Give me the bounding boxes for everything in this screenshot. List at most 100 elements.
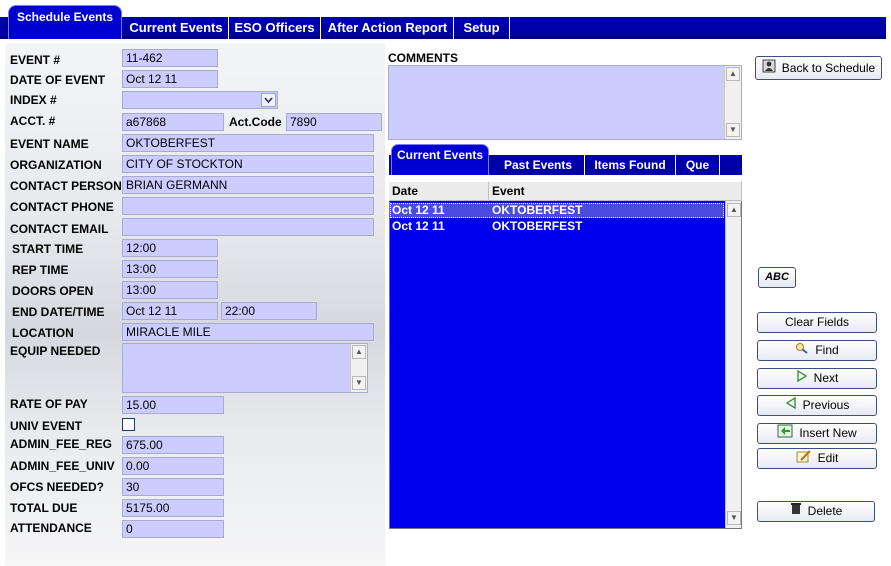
column-header-date[interactable]: Date [389,182,489,201]
event-name-field[interactable]: OKTOBERFEST [122,134,374,152]
edit-pencil-icon [796,449,812,469]
delete-label: Delete [807,504,843,518]
table-row[interactable]: Oct 12 11 OKTOBERFEST [390,203,724,218]
table-scrollbar[interactable]: ▲ ▼ [725,201,741,528]
date-of-event-label: DATE OF EVENT [10,73,106,87]
event-number-label: EVENT # [10,53,61,67]
admin-fee-reg-field[interactable]: 675.00 [122,436,224,454]
play-right-icon [796,369,808,388]
equip-scrollbar[interactable]: ▲ ▼ [350,344,367,392]
location-label: LOCATION [12,326,74,340]
find-button[interactable]: Find [757,340,877,361]
row-date-cell: Oct 12 11 [392,219,445,233]
index-label: INDEX # [10,93,57,107]
subtab-items-found[interactable]: Items Found [585,155,676,175]
contact-email-field[interactable] [122,218,374,236]
scroll-up-icon[interactable]: ▲ [726,67,740,81]
scroll-up-icon[interactable]: ▲ [352,345,366,359]
equip-needed-label: EQUIP NEEDED [10,344,101,358]
scroll-down-icon[interactable]: ▼ [352,376,366,390]
comments-label: COMMENTS [388,51,458,65]
organization-label: ORGANIZATION [10,158,102,172]
end-time-field[interactable]: 22:00 [221,302,317,320]
row-event-cell: OKTOBERFEST [492,203,583,217]
contact-person-field[interactable]: BRIAN GERMANN [122,176,374,194]
back-to-schedule-button[interactable]: Back to Schedule [755,56,882,80]
event-number-field[interactable]: 11-462 [122,49,218,67]
start-time-label: START TIME [12,242,84,256]
univ-event-label: UNIV EVENT [10,419,83,433]
index-select[interactable] [122,91,278,109]
end-date-field[interactable]: Oct 12 11 [122,302,218,320]
rep-time-label: REP TIME [12,263,69,277]
row-date-cell: Oct 12 11 [392,203,445,217]
subtab-current-events[interactable]: Current Events [391,144,489,175]
ofcs-needed-label: OFCS NEEDED? [10,480,105,494]
column-divider [489,201,490,528]
acct-field[interactable]: a67868 [122,113,224,131]
comments-textarea[interactable]: ▲ ▼ [388,65,742,140]
insert-new-button[interactable]: Insert New [757,423,877,444]
next-button[interactable]: Next [757,368,877,389]
spell-check-abc-button[interactable]: ABC [758,267,796,288]
delete-button[interactable]: Delete [757,501,875,522]
next-label: Next [813,371,839,385]
ofcs-needed-field[interactable]: 30 [122,478,224,496]
rep-time-field[interactable]: 13:00 [122,260,218,278]
chevron-down-icon[interactable] [261,93,276,107]
column-header-event[interactable]: Event [489,182,742,201]
back-to-schedule-label: Back to Schedule [781,61,876,75]
contact-phone-field[interactable] [122,197,374,215]
admin-fee-univ-label: ADMIN_FEE_UNIV [10,459,115,473]
previous-button[interactable]: Previous [757,395,877,416]
insert-new-label: Insert New [799,426,857,441]
doors-open-field[interactable]: 13:00 [122,281,218,299]
comments-scrollbar[interactable]: ▲ ▼ [724,66,741,139]
act-code-label: Act.Code [229,115,282,129]
event-name-label: EVENT NAME [10,137,89,151]
tab-schedule-events[interactable]: Schedule Events [8,5,122,39]
equip-needed-textarea[interactable]: ▲ ▼ [122,343,368,393]
location-field[interactable]: MIRACLE MILE [122,323,374,341]
start-time-field[interactable]: 12:00 [122,239,218,257]
scroll-down-icon[interactable]: ▼ [727,511,741,525]
total-due-field[interactable]: 5175.00 [122,499,224,517]
univ-event-checkbox[interactable] [122,418,135,431]
attendance-field[interactable]: 0 [122,520,224,538]
subtab-past-events[interactable]: Past Events [492,155,585,175]
admin-fee-univ-field[interactable]: 0.00 [122,457,224,475]
organization-field[interactable]: CITY OF STOCKTON [122,155,374,173]
row-event-cell: OKTOBERFEST [492,219,583,233]
date-of-event-field[interactable]: Oct 12 11 [122,70,218,88]
tab-eso-officers[interactable]: ESO Officers [229,17,321,39]
edit-button[interactable]: Edit [757,448,877,469]
events-table [389,182,742,529]
tab-current-events[interactable]: Current Events [124,17,229,39]
act-code-field[interactable]: 7890 [286,113,382,131]
tab-setup[interactable]: Setup [454,17,510,39]
rate-of-pay-label: RATE OF PAY [10,397,88,411]
trash-icon [790,502,802,521]
insert-record-icon [777,424,793,444]
play-left-icon [785,396,797,415]
admin-fee-reg-label: ADMIN_FEE_REG [10,437,113,451]
edit-label: Edit [817,451,839,466]
tab-after-action-report[interactable]: After Action Report [322,17,454,39]
total-due-label: TOTAL DUE [10,501,78,515]
search-icon [795,341,809,360]
table-row[interactable]: Oct 12 11 OKTOBERFEST [390,219,724,234]
clear-fields-button[interactable]: Clear Fields [757,312,877,333]
previous-label: Previous [802,398,850,412]
acct-label: ACCT. # [10,114,56,128]
scroll-up-icon[interactable]: ▲ [727,203,741,217]
scroll-down-icon[interactable]: ▼ [726,123,740,137]
contact-phone-label: CONTACT PHONE [10,200,114,214]
subtab-que[interactable]: Que [676,155,720,175]
contact-person-label: CONTACT PERSON [10,179,122,193]
end-datetime-label: END DATE/TIME [12,305,105,319]
attendance-label: ATTENDANCE [10,521,92,535]
table-header: Date Event [389,182,742,201]
rate-of-pay-field[interactable]: 15.00 [122,396,224,414]
person-icon [762,58,776,80]
find-label: Find [815,343,839,357]
